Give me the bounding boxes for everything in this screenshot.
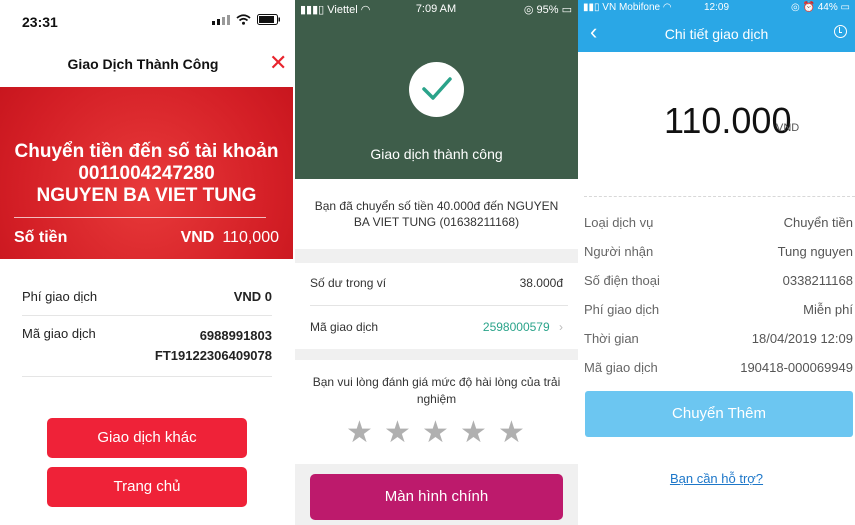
- battery-icon: [257, 14, 280, 25]
- status-bar: ▮▮▮▯ Viettel ◠ 7:09 AM ◎ 95% ▭: [300, 3, 572, 16]
- help-link[interactable]: Bạn cần hỗ trợ?: [578, 471, 855, 486]
- detail-label: Mã giao dịch: [584, 360, 658, 375]
- status-bar: 23:31: [22, 14, 281, 32]
- star-icon[interactable]: ★: [498, 418, 525, 448]
- detail-value: Chuyển tiền: [783, 215, 853, 230]
- alarm-icon: ⏰: [802, 2, 815, 13]
- star-icon[interactable]: ★: [460, 418, 487, 448]
- dashed-divider: [584, 196, 855, 197]
- currency-label: VND: [776, 122, 800, 134]
- transaction-ref-value: FT19122306409078: [154, 348, 272, 363]
- transaction-id-label: Mã giao dịch: [22, 326, 96, 341]
- star-icon[interactable]: ★: [422, 418, 449, 448]
- page-title: Chi tiết giao dịch: [664, 26, 769, 42]
- page-title: Giao Dịch Thành Công: [67, 56, 219, 72]
- detail-label: Người nhận: [584, 244, 654, 259]
- detail-value: 18/04/2019 12:09: [751, 331, 853, 346]
- main-screen-button[interactable]: Màn hình chính: [310, 474, 563, 520]
- detail-value: 190418-000069949: [740, 360, 853, 375]
- detail-row: Số điện thoại 0338211168: [584, 273, 853, 288]
- amount-value: VND 110,000: [180, 229, 279, 246]
- balance-row: Số dư trong ví 38.000đ: [310, 276, 563, 290]
- transaction-id-row: Mã giao dịch 6988991803 FT19122306409078: [22, 326, 272, 363]
- details-card: Số dư trong ví 38.000đ Mã giao dịch 2598…: [295, 263, 578, 349]
- detail-row: Loại dịch vụ Chuyển tiền: [584, 215, 853, 230]
- divider: [14, 217, 266, 218]
- chevron-right-icon: ›: [559, 320, 563, 334]
- recipient-name: NGUYEN BA VIET TUNG: [36, 185, 257, 206]
- detail-label: Số điện thoại: [584, 273, 660, 288]
- transfer-more-button[interactable]: Chuyển Thêm: [585, 391, 853, 437]
- detail-value: Miễn phí: [803, 302, 853, 317]
- success-header: ▮▮▮▯ Viettel ◠ 7:09 AM ◎ 95% ▭ Giao dịch…: [295, 0, 578, 179]
- star-rating[interactable]: ★ ★ ★ ★ ★: [346, 418, 525, 448]
- fee-row: Phí giao dịch VND 0: [22, 289, 272, 304]
- detail-label: Thời gian: [584, 331, 639, 346]
- detail-row: Người nhận Tung nguyen: [584, 244, 853, 259]
- orientation-lock-icon: ◎: [791, 2, 800, 13]
- amount-label: Số tiền: [14, 229, 68, 246]
- star-icon[interactable]: ★: [346, 418, 373, 448]
- signal-icon: [212, 14, 230, 25]
- divider: [22, 315, 272, 316]
- viettelpay-success-screen: ▮▮▮▯ Viettel ◠ 7:09 AM ◎ 95% ▭ Giao dịch…: [295, 0, 578, 525]
- detail-value: 0338211168: [782, 273, 853, 288]
- status-time: 23:31: [22, 14, 58, 30]
- techcombank-success-screen: 23:31 Giao Dịch Thành Công ✕ Chuyển tiền…: [0, 0, 293, 525]
- battery-icon: ▭: [840, 2, 850, 13]
- battery-status: ◎ 95% ▭: [523, 4, 572, 16]
- balance-value: 38.000đ: [519, 276, 563, 290]
- rating-prompt: Bạn vui lòng đánh giá mức độ hài lòng củ…: [312, 375, 561, 406]
- battery-status: ◎ ⏰ 44% ▭: [791, 2, 850, 13]
- history-clock-icon[interactable]: [834, 25, 847, 38]
- success-check-icon: [409, 62, 464, 117]
- transaction-id-value: 2598000579: [482, 320, 550, 334]
- wifi-icon: [236, 14, 251, 25]
- detail-row: Mã giao dịch 190418-000069949: [584, 360, 853, 375]
- transfer-message: Bạn đã chuyển số tiền 40.000đ đến NGUYEN…: [295, 179, 578, 249]
- other-transaction-button[interactable]: Giao dịch khác: [47, 418, 247, 458]
- momo-detail-screen: ▮▮▯ VN Mobifone ◠ 12:09 ◎ ⏰ 44% ▭ ‹ Chi …: [578, 0, 855, 525]
- account-number: 0011004247280: [78, 163, 215, 184]
- header-bar: ▮▮▯ VN Mobifone ◠ 12:09 ◎ ⏰ 44% ▭ ‹ Chi …: [578, 0, 855, 52]
- banner-heading: Chuyển tiền đến số tài khoản: [14, 141, 279, 162]
- divider: [22, 376, 272, 377]
- star-icon[interactable]: ★: [384, 418, 411, 448]
- battery-icon: ▭: [561, 4, 572, 16]
- orientation-lock-icon: ◎: [523, 4, 534, 16]
- detail-value: Tung nguyen: [777, 244, 853, 259]
- close-icon[interactable]: ✕: [269, 52, 287, 74]
- home-button[interactable]: Trang chủ: [47, 467, 247, 507]
- transaction-id-value: 6988991803: [199, 328, 272, 343]
- detail-label: Phí giao dịch: [584, 302, 660, 317]
- transaction-id-label: Mã giao dịch: [310, 320, 379, 334]
- detail-row: Phí giao dịch Miễn phí: [584, 302, 853, 317]
- divider: [310, 305, 568, 306]
- success-title: Giao dịch thành công: [370, 146, 503, 162]
- status-bar: ▮▮▯ VN Mobifone ◠ 12:09 ◎ ⏰ 44% ▭: [583, 2, 850, 13]
- transfer-banner: Chuyển tiền đến số tài khoản 00110042472…: [0, 87, 293, 259]
- rating-card: Bạn vui lòng đánh giá mức độ hài lòng củ…: [295, 360, 578, 464]
- detail-row: Thời gian 18/04/2019 12:09: [584, 331, 853, 346]
- fee-label: Phí giao dịch: [22, 289, 98, 304]
- transaction-id-row[interactable]: Mã giao dịch 2598000579 ›: [310, 320, 563, 334]
- balance-label: Số dư trong ví: [310, 276, 387, 290]
- amount-value: 110.000: [664, 100, 792, 141]
- detail-label: Loại dịch vụ: [584, 215, 654, 230]
- fee-value: VND 0: [233, 289, 272, 304]
